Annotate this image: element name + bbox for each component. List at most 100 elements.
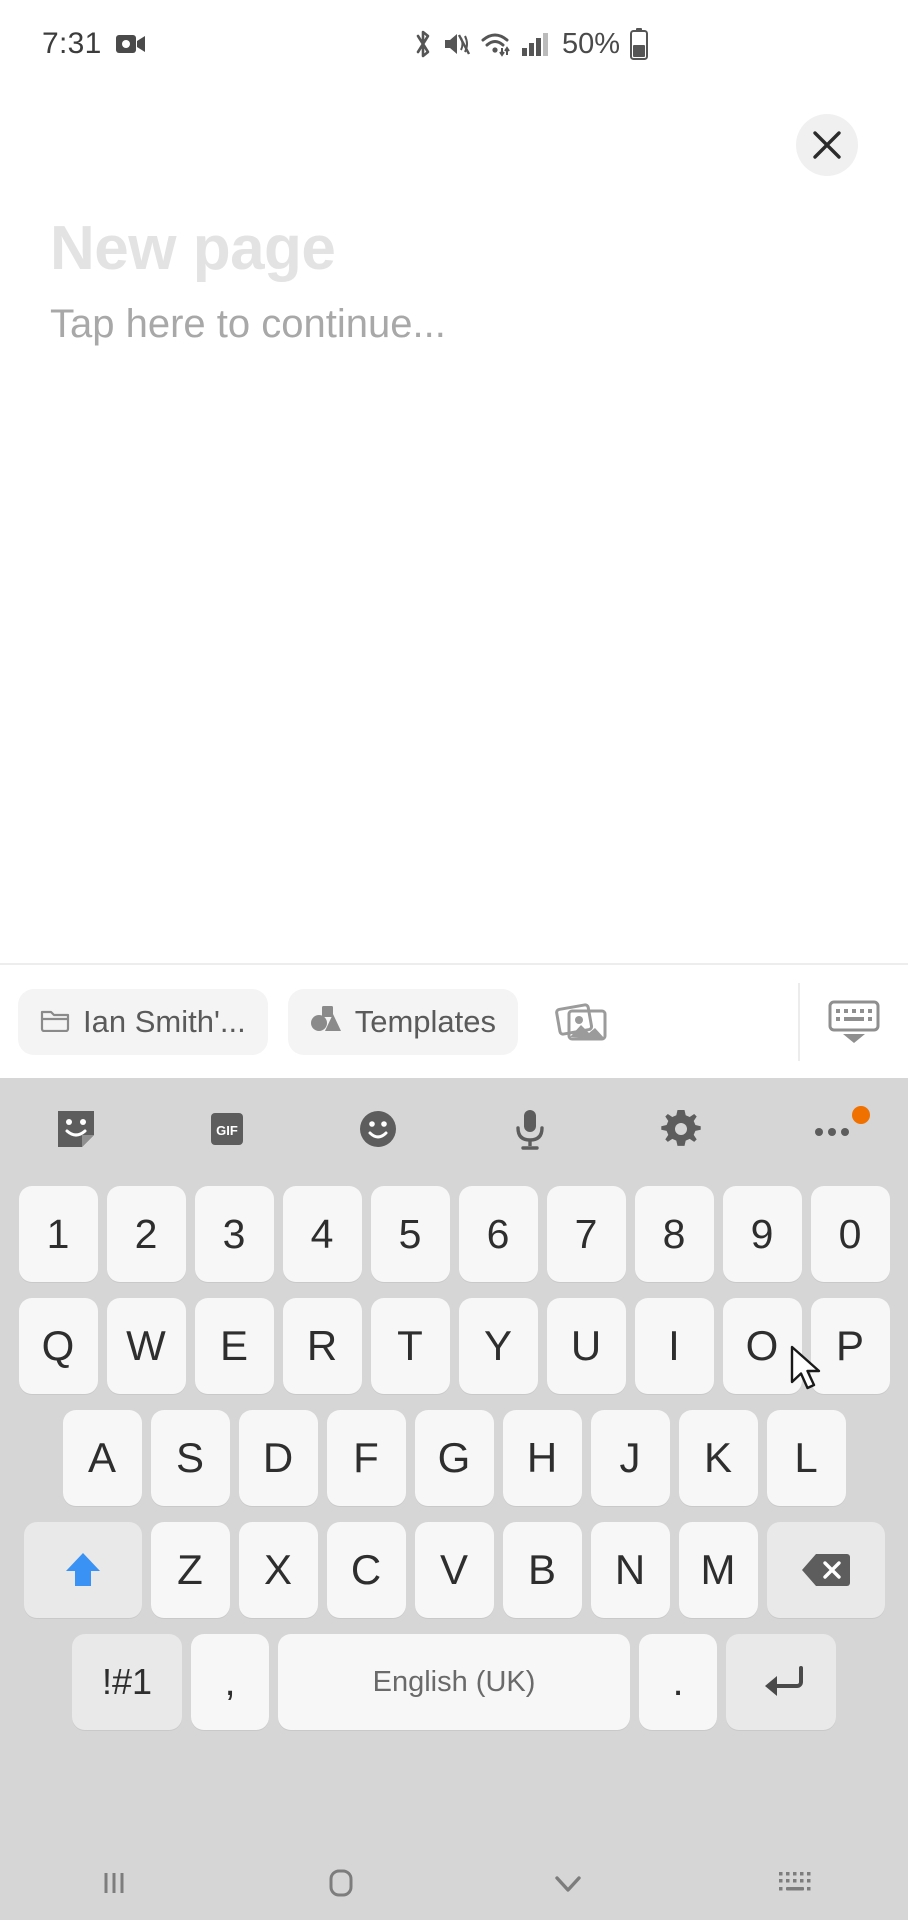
comma-key[interactable]: , <box>191 1634 269 1730</box>
note-page-area[interactable]: New page Tap here to continue... <box>0 88 908 963</box>
templates-chip[interactable]: Templates <box>287 988 519 1055</box>
key-z[interactable]: Z <box>150 1522 230 1618</box>
keyboard-row-qwerty: Q W E R T Y U I O P <box>0 1290 908 1402</box>
keyboard-row-numbers: 1 2 3 4 5 6 7 8 9 0 <box>0 1178 908 1290</box>
emoji-icon <box>360 1111 397 1147</box>
emoji-button[interactable] <box>303 1078 454 1180</box>
more-options-button[interactable] <box>757 1078 908 1180</box>
shift-icon <box>65 1553 100 1586</box>
wifi-icon <box>480 30 512 58</box>
folder-chip-label: Ian Smith'... <box>83 1003 246 1039</box>
key-n[interactable]: N <box>590 1522 670 1618</box>
microphone-button[interactable] <box>454 1078 605 1180</box>
gif-button[interactable]: GIF <box>151 1078 302 1180</box>
key-p[interactable]: P <box>810 1298 890 1394</box>
key-5[interactable]: 5 <box>370 1186 450 1282</box>
key-r[interactable]: R <box>282 1298 362 1394</box>
key-y[interactable]: Y <box>458 1298 538 1394</box>
microphone-icon <box>515 1110 544 1150</box>
sticker-icon <box>57 1111 94 1147</box>
sticker-button[interactable] <box>0 1078 151 1180</box>
enter-icon <box>765 1666 803 1696</box>
page-title: New page <box>50 214 336 283</box>
key-i[interactable]: I <box>634 1298 714 1394</box>
recents-icon <box>104 1872 123 1893</box>
status-bar: 7:31 50% <box>0 0 908 88</box>
keyboard-row-home: A S D F G H J K L <box>0 1402 908 1514</box>
screen-record-icon <box>115 33 146 55</box>
keyboard-switch-button[interactable] <box>681 1845 908 1920</box>
key-q[interactable]: Q <box>18 1298 98 1394</box>
more-options-badge <box>851 1106 870 1124</box>
home-button[interactable] <box>227 1845 454 1920</box>
key-w[interactable]: W <box>106 1298 186 1394</box>
page-subtitle-hint: Tap here to continue... <box>50 302 446 346</box>
keyboard-switch-icon <box>778 1871 810 1890</box>
key-k[interactable]: K <box>678 1410 758 1506</box>
key-u[interactable]: U <box>546 1298 626 1394</box>
status-bar-left: 7:31 <box>42 27 146 61</box>
key-0[interactable]: 0 <box>810 1186 890 1282</box>
key-8[interactable]: 8 <box>634 1186 714 1282</box>
keyboard-row-bottom-letters: Z X C V B N M <box>0 1514 908 1626</box>
bluetooth-icon <box>412 29 434 59</box>
key-x[interactable]: X <box>238 1522 318 1618</box>
key-6[interactable]: 6 <box>458 1186 538 1282</box>
key-2[interactable]: 2 <box>106 1186 186 1282</box>
recents-button[interactable] <box>0 1845 227 1920</box>
backspace-icon <box>801 1554 850 1586</box>
battery-icon <box>629 28 649 60</box>
settings-gear-icon <box>661 1110 701 1146</box>
mute-icon <box>443 30 471 58</box>
key-t[interactable]: T <box>370 1298 450 1394</box>
key-l[interactable]: L <box>766 1410 846 1506</box>
key-o[interactable]: O <box>722 1298 802 1394</box>
key-s[interactable]: S <box>150 1410 230 1506</box>
key-9[interactable]: 9 <box>722 1186 802 1282</box>
svg-text:GIF: GIF <box>216 1123 238 1138</box>
keyboard-rows: 1 2 3 4 5 6 7 8 9 0 Q W E R T Y U I O P … <box>0 1178 908 1738</box>
home-icon <box>329 1869 352 1896</box>
space-key[interactable]: English (UK) <box>278 1634 630 1730</box>
cellular-signal-icon <box>521 30 549 58</box>
period-key[interactable]: . <box>639 1634 717 1730</box>
back-button[interactable] <box>454 1845 681 1920</box>
key-b[interactable]: B <box>502 1522 582 1618</box>
keyboard: G I F 1 2 3 4 5 6 7 8 9 0 Q W E R T Y U I … <box>0 1078 908 1845</box>
key-f[interactable]: F <box>326 1410 406 1506</box>
close-button[interactable] <box>796 114 858 176</box>
gif-icon: GIF <box>210 1113 243 1145</box>
hide-keyboard-button[interactable] <box>800 965 908 1078</box>
navigation-bar <box>0 1845 908 1920</box>
note-toolbar: Ian Smith'... Templates <box>0 965 908 1078</box>
folder-chip[interactable]: Ian Smith'... <box>18 988 268 1055</box>
backspace-key[interactable] <box>766 1522 885 1618</box>
key-e[interactable]: E <box>194 1298 274 1394</box>
keyboard-settings-button[interactable] <box>605 1078 756 1180</box>
key-3[interactable]: 3 <box>194 1186 274 1282</box>
key-j[interactable]: J <box>590 1410 670 1506</box>
templates-chip-label: Templates <box>354 1003 497 1039</box>
symbols-key[interactable]: !#1 <box>72 1634 182 1730</box>
keyboard-toolbar: GIF <box>0 1078 908 1180</box>
key-4[interactable]: 4 <box>282 1186 362 1282</box>
more-options-icon <box>815 1128 850 1136</box>
key-1[interactable]: 1 <box>18 1186 98 1282</box>
key-h[interactable]: H <box>502 1410 582 1506</box>
key-7[interactable]: 7 <box>546 1186 626 1282</box>
key-g[interactable]: G <box>414 1410 494 1506</box>
enter-key[interactable] <box>726 1634 836 1730</box>
key-a[interactable]: A <box>62 1410 142 1506</box>
chevron-down-icon <box>554 1875 581 1892</box>
battery-percent: 50% <box>562 27 621 60</box>
gallery-button[interactable] <box>540 978 628 1066</box>
key-m[interactable]: M <box>678 1522 758 1618</box>
key-v[interactable]: V <box>414 1522 494 1618</box>
gallery-icon <box>555 1002 607 1040</box>
templates-shapes-icon <box>310 1005 342 1038</box>
phone-screen: 7:31 50% New page Tap here to continue..… <box>0 0 908 1920</box>
status-time: 7:31 <box>42 27 102 60</box>
shift-key[interactable] <box>23 1522 142 1618</box>
key-c[interactable]: C <box>326 1522 406 1618</box>
key-d[interactable]: D <box>238 1410 318 1506</box>
